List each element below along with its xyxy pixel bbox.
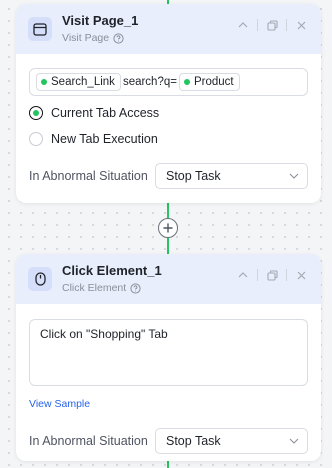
chevron-up-icon — [238, 272, 248, 278]
view-sample-link[interactable]: View Sample — [29, 398, 90, 410]
abnormal-situation-select[interactable]: Stop Task — [155, 163, 308, 189]
chevron-down-icon — [289, 173, 299, 179]
node-type-label: Visit Page — [62, 32, 110, 44]
chevron-down-icon — [289, 438, 299, 444]
radio-label: New Tab Execution — [51, 132, 158, 146]
select-value: Stop Task — [166, 169, 221, 183]
chevron-up-icon — [238, 22, 248, 28]
copy-icon — [266, 19, 278, 31]
select-value: Stop Task — [166, 434, 221, 448]
url-input[interactable]: Search_Link search?q= Product — [29, 68, 308, 96]
connector-line-middle-upper — [167, 203, 169, 218]
add-node-button[interactable] — [158, 218, 178, 238]
radio-unchecked-icon[interactable] — [29, 132, 43, 146]
radio-checked-icon[interactable] — [29, 106, 43, 120]
divider — [286, 19, 287, 31]
browser-window-icon — [28, 17, 52, 41]
help-icon[interactable] — [130, 282, 141, 294]
chip-label: Product — [193, 76, 234, 88]
close-icon — [297, 21, 305, 29]
variable-dot-icon — [183, 79, 190, 85]
abnormal-situation-label: In Abnormal Situation — [29, 434, 148, 448]
copy-button[interactable] — [262, 266, 282, 284]
collapse-button[interactable] — [233, 266, 253, 284]
node-header: Visit Page_1 Visit Page — [16, 4, 321, 54]
click-element-node[interactable]: Click Element_1 Click Element Click on " — [16, 254, 321, 461]
close-button[interactable] — [291, 16, 311, 34]
connector-line-middle-lower — [167, 238, 169, 254]
radio-current-tab[interactable]: Current Tab Access — [29, 100, 308, 126]
divider — [257, 269, 258, 281]
element-description-textarea[interactable]: Click on "Shopping" Tab — [29, 319, 308, 386]
help-icon[interactable] — [113, 32, 124, 44]
url-static-text: search?q= — [122, 76, 177, 88]
radio-new-tab[interactable]: New Tab Execution — [29, 126, 308, 152]
plus-icon — [163, 223, 173, 233]
divider — [257, 19, 258, 31]
mouse-icon — [28, 267, 52, 291]
abnormal-situation-select[interactable]: Stop Task — [155, 428, 308, 454]
divider — [286, 269, 287, 281]
variable-chip-search-link[interactable]: Search_Link — [36, 73, 121, 91]
node-header: Click Element_1 Click Element — [16, 254, 321, 304]
close-icon — [297, 271, 305, 279]
close-button[interactable] — [291, 266, 311, 284]
abnormal-situation-label: In Abnormal Situation — [29, 169, 148, 183]
node-title: Visit Page_1 — [62, 13, 139, 28]
node-type-label: Click Element — [62, 282, 127, 294]
copy-icon — [266, 269, 278, 281]
collapse-button[interactable] — [233, 16, 253, 34]
visit-page-node[interactable]: Visit Page_1 Visit Page Search_Link sear… — [16, 4, 321, 203]
variable-chip-product[interactable]: Product — [178, 73, 240, 91]
node-title: Click Element_1 — [62, 263, 162, 278]
copy-button[interactable] — [262, 16, 282, 34]
radio-label: Current Tab Access — [51, 106, 160, 120]
connector-line-bottom — [167, 461, 169, 468]
variable-dot-icon — [41, 79, 47, 85]
chip-label: Search_Link — [51, 76, 115, 88]
